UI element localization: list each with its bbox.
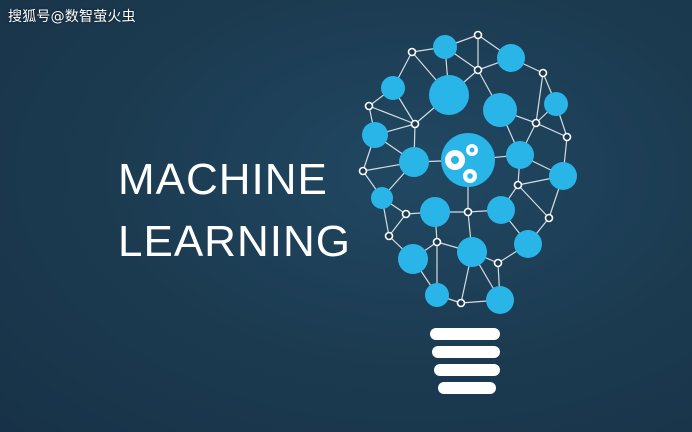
network-node <box>506 141 534 169</box>
network-node <box>425 283 449 307</box>
network-node <box>433 35 457 59</box>
bulb-base-icon <box>430 328 500 394</box>
network-junction <box>384 231 394 241</box>
network-junction <box>538 68 548 78</box>
network-node <box>429 75 469 115</box>
network-node <box>483 93 517 127</box>
network-node <box>398 244 428 274</box>
network-node <box>371 187 393 209</box>
network-edge <box>535 122 568 138</box>
network-junction <box>364 101 374 111</box>
lightbulb-network-icon <box>358 30 577 394</box>
network-node <box>549 162 577 190</box>
network-node <box>544 92 568 116</box>
network-junction <box>401 209 411 219</box>
network-edge <box>368 105 416 125</box>
network-junction <box>358 166 368 176</box>
network-edge <box>535 72 544 124</box>
network-node <box>362 122 388 148</box>
network-junction <box>463 207 473 217</box>
network-junction <box>407 47 417 57</box>
network-node <box>399 147 429 177</box>
network-junction <box>544 213 554 223</box>
network-node <box>381 76 405 100</box>
network-junction <box>562 132 572 142</box>
network-junction <box>432 237 442 247</box>
network-node <box>486 286 514 314</box>
network-junction <box>473 30 483 40</box>
network-junction <box>531 118 541 128</box>
network-junction <box>473 65 483 75</box>
network-node <box>514 230 542 258</box>
network-junction <box>456 298 466 308</box>
network-node <box>420 197 450 227</box>
network-junction <box>513 180 523 190</box>
network-edge <box>517 184 550 219</box>
network-junction <box>493 258 503 268</box>
network-junction <box>410 119 420 129</box>
network-node <box>497 44 525 72</box>
network-node <box>457 237 487 267</box>
network-node <box>487 196 515 224</box>
